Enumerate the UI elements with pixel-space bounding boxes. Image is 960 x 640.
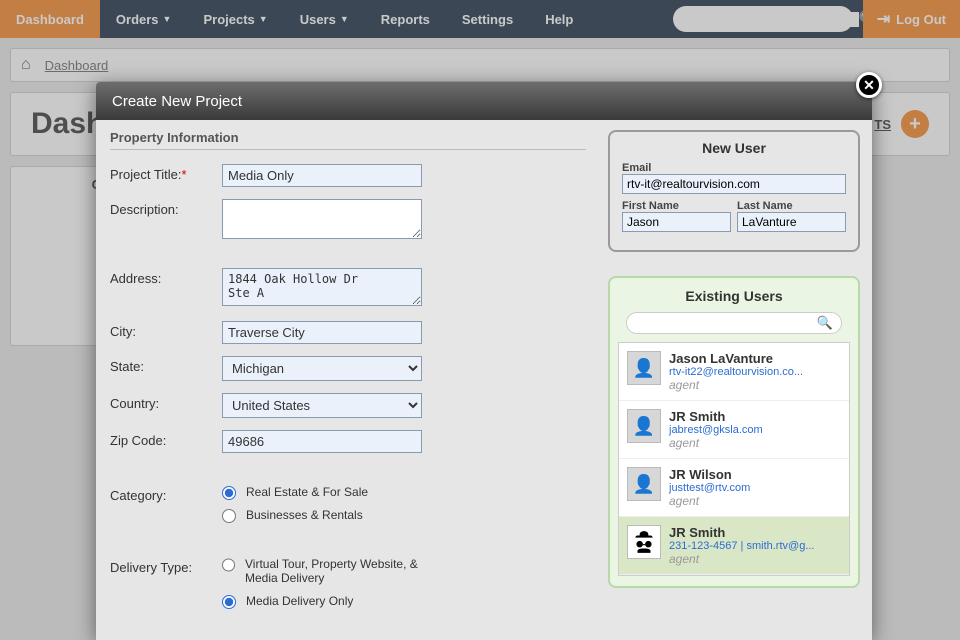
- create-project-modal: ✕ Create New Project Property Informatio…: [96, 82, 872, 640]
- existing-users-list[interactable]: 👤 Jason LaVanture rtv-it22@realtourvisio…: [618, 342, 850, 576]
- city-input[interactable]: [222, 321, 422, 344]
- section-property-info: Property Information: [110, 130, 586, 150]
- category-radio-group: Real Estate & For Sale Businesses & Rent…: [222, 485, 432, 531]
- existing-users-box: Existing Users 🔍 👤 Jason LaVanture rtv-i…: [608, 276, 860, 588]
- label-description: Description:: [110, 199, 222, 217]
- existing-users-title: Existing Users: [618, 288, 850, 304]
- radio-delivery-full[interactable]: [222, 558, 235, 572]
- avatar: 👤: [627, 351, 661, 385]
- modal-close-button[interactable]: ✕: [856, 72, 882, 98]
- user-role: agent: [669, 436, 763, 450]
- address-textarea[interactable]: 1844 Oak Hollow Dr Ste A: [222, 268, 422, 306]
- new-user-last-input[interactable]: [737, 212, 846, 232]
- new-user-email-input[interactable]: [622, 174, 846, 194]
- category-option-businesses[interactable]: Businesses & Rentals: [222, 508, 432, 523]
- new-user-box: New User Email First Name Last Name: [608, 130, 860, 252]
- existing-users-search: 🔍: [626, 312, 842, 334]
- label-address: Address:: [110, 268, 222, 286]
- zip-input[interactable]: [222, 430, 422, 453]
- user-name: JR Smith: [669, 409, 763, 424]
- user-name: JR Wilson: [669, 467, 750, 482]
- label-city: City:: [110, 321, 222, 339]
- user-row[interactable]: JR Smith 231-123-4567 | smith.rtv@g... a…: [619, 517, 849, 575]
- radio-businesses[interactable]: [222, 509, 236, 523]
- label-project-title: Project Title:*: [110, 164, 222, 182]
- user-row[interactable]: 👤 JR Wilson justtest@rtv.com agent: [619, 459, 849, 517]
- label-zip: Zip Code:: [110, 430, 222, 448]
- category-option-real-estate[interactable]: Real Estate & For Sale: [222, 485, 432, 500]
- avatar: 👤: [627, 409, 661, 443]
- new-user-title: New User: [622, 140, 846, 156]
- new-user-first-input[interactable]: [622, 212, 731, 232]
- label-state: State:: [110, 356, 222, 374]
- label-category: Category:: [110, 485, 222, 503]
- user-email: 231-123-4567 | smith.rtv@g...: [669, 540, 814, 552]
- user-row[interactable]: 👤 JR Smith jabrest@gksla.com agent: [619, 401, 849, 459]
- delivery-option-media-only[interactable]: Media Delivery Only: [222, 594, 432, 609]
- avatar: 👤: [627, 467, 661, 501]
- label-country: Country:: [110, 393, 222, 411]
- modal-title: Create New Project: [96, 82, 872, 120]
- user-role: agent: [669, 378, 803, 392]
- user-email: justtest@rtv.com: [669, 482, 750, 494]
- label-last-name: Last Name: [737, 200, 846, 212]
- state-select[interactable]: Michigan: [222, 356, 422, 381]
- delivery-option-full[interactable]: Virtual Tour, Property Website, & Media …: [222, 557, 432, 586]
- delivery-radio-group: Virtual Tour, Property Website, & Media …: [222, 557, 432, 617]
- user-email: jabrest@gksla.com: [669, 424, 763, 436]
- user-role: agent: [669, 552, 814, 566]
- user-email: rtv-it22@realtourvision.co...: [669, 366, 803, 378]
- user-row[interactable]: 👤 Jason LaVanture rtv-it22@realtourvisio…: [619, 343, 849, 401]
- user-name: Jason LaVanture: [669, 351, 803, 366]
- radio-real-estate[interactable]: [222, 486, 236, 500]
- country-select[interactable]: United States: [222, 393, 422, 418]
- user-name: JR Smith: [669, 525, 814, 540]
- label-delivery-type: Delivery Type:: [110, 557, 222, 575]
- label-email: Email: [622, 162, 846, 174]
- spy-icon: [631, 529, 657, 555]
- existing-users-search-input[interactable]: [635, 316, 817, 330]
- radio-delivery-media-only[interactable]: [222, 595, 236, 609]
- avatar: [627, 525, 661, 559]
- label-first-name: First Name: [622, 200, 731, 212]
- description-textarea[interactable]: [222, 199, 422, 239]
- project-title-input[interactable]: [222, 164, 422, 187]
- search-icon[interactable]: 🔍: [817, 315, 833, 331]
- user-role: agent: [669, 494, 750, 508]
